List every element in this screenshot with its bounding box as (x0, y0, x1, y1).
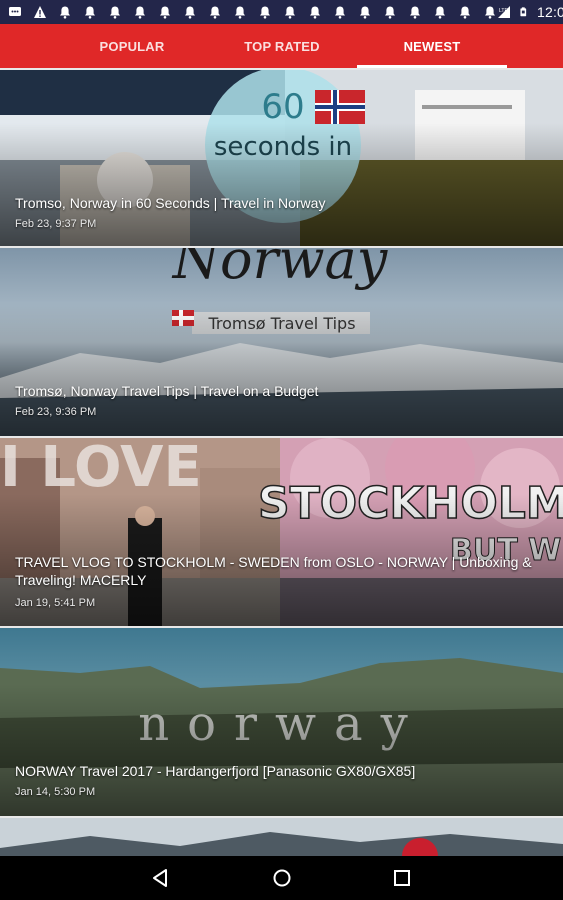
home-icon[interactable] (270, 866, 294, 890)
video-feed[interactable]: seconds in 60 Tromso, Norway in 60 Secon… (0, 68, 563, 856)
video-date: Feb 23, 9:36 PM (15, 406, 97, 418)
tab-newest[interactable]: NEWEST (357, 24, 507, 68)
recents-icon[interactable] (390, 866, 414, 890)
video-card[interactable]: norway NORWAY Travel 2017 - Hardangerfjo… (0, 626, 563, 816)
network-label: LTE (499, 8, 508, 14)
bell-icon (460, 6, 470, 19)
video-date: Jan 14, 5:30 PM (15, 786, 96, 798)
video-card[interactable]: seconds in 60 Tromso, Norway in 60 Secon… (0, 68, 563, 246)
tab-bar: POPULAR TOP RATED NEWEST (0, 24, 563, 68)
video-card[interactable] (0, 816, 563, 856)
video-card[interactable]: Norway Tromsø Travel Tips Tromsø, Norway… (0, 246, 563, 436)
bell-icon (135, 6, 145, 19)
overlay-text: 60 (261, 87, 304, 127)
bell-icon (185, 6, 195, 19)
notification-icons (8, 5, 497, 19)
bell-icon (235, 6, 245, 19)
video-date: Jan 19, 5:41 PM (15, 597, 96, 609)
overlay-text: I LOVE (0, 438, 202, 500)
video-card[interactable]: I LOVE STOCKHOLM BUT WHY? TRAVEL VLOG TO… (0, 436, 563, 626)
video-date: Feb 23, 9:37 PM (15, 218, 97, 230)
bell-icon (285, 6, 295, 19)
bell-icon (160, 6, 170, 19)
system-icons: LTE 12:09 (497, 4, 563, 20)
bell-icon (60, 6, 70, 19)
message-icon (9, 7, 21, 16)
thumbnail-art (0, 818, 563, 856)
tab-label: TOP RATED (244, 38, 320, 54)
bell-icon (485, 6, 495, 19)
tab-popular[interactable]: POPULAR (62, 24, 202, 68)
bell-icon (110, 6, 120, 19)
bell-icon (410, 6, 420, 19)
video-thumbnail (0, 818, 563, 856)
battery-icon (520, 7, 527, 17)
signal-icon: LTE (498, 6, 510, 18)
bell-icon (210, 6, 220, 19)
bell-icon (335, 6, 345, 19)
overlay-text: Norway (171, 248, 389, 291)
video-title[interactable]: Tromso, Norway in 60 Seconds | Travel in… (15, 194, 548, 212)
bell-icon (360, 6, 370, 19)
tab-top-rated[interactable]: TOP RATED (212, 24, 352, 68)
video-title[interactable]: Tromsø, Norway Travel Tips | Travel on a… (15, 382, 548, 400)
bell-icon (385, 6, 395, 19)
video-title[interactable]: TRAVEL VLOG TO STOCKHOLM - SWEDEN from O… (15, 553, 548, 589)
tab-label: NEWEST (403, 38, 461, 54)
bell-icon (85, 6, 95, 19)
alert-icon (34, 6, 46, 18)
navigation-bar (0, 856, 563, 900)
bell-icon (435, 6, 445, 19)
bell-icon (310, 6, 320, 19)
tab-label: POPULAR (99, 38, 165, 54)
clock: 12:09 (537, 4, 563, 20)
status-bar: LTE 12:09 (0, 0, 563, 24)
video-title[interactable]: NORWAY Travel 2017 - Hardangerfjord [Pan… (15, 762, 548, 780)
back-icon[interactable] (149, 866, 173, 890)
bell-icon (260, 6, 270, 19)
